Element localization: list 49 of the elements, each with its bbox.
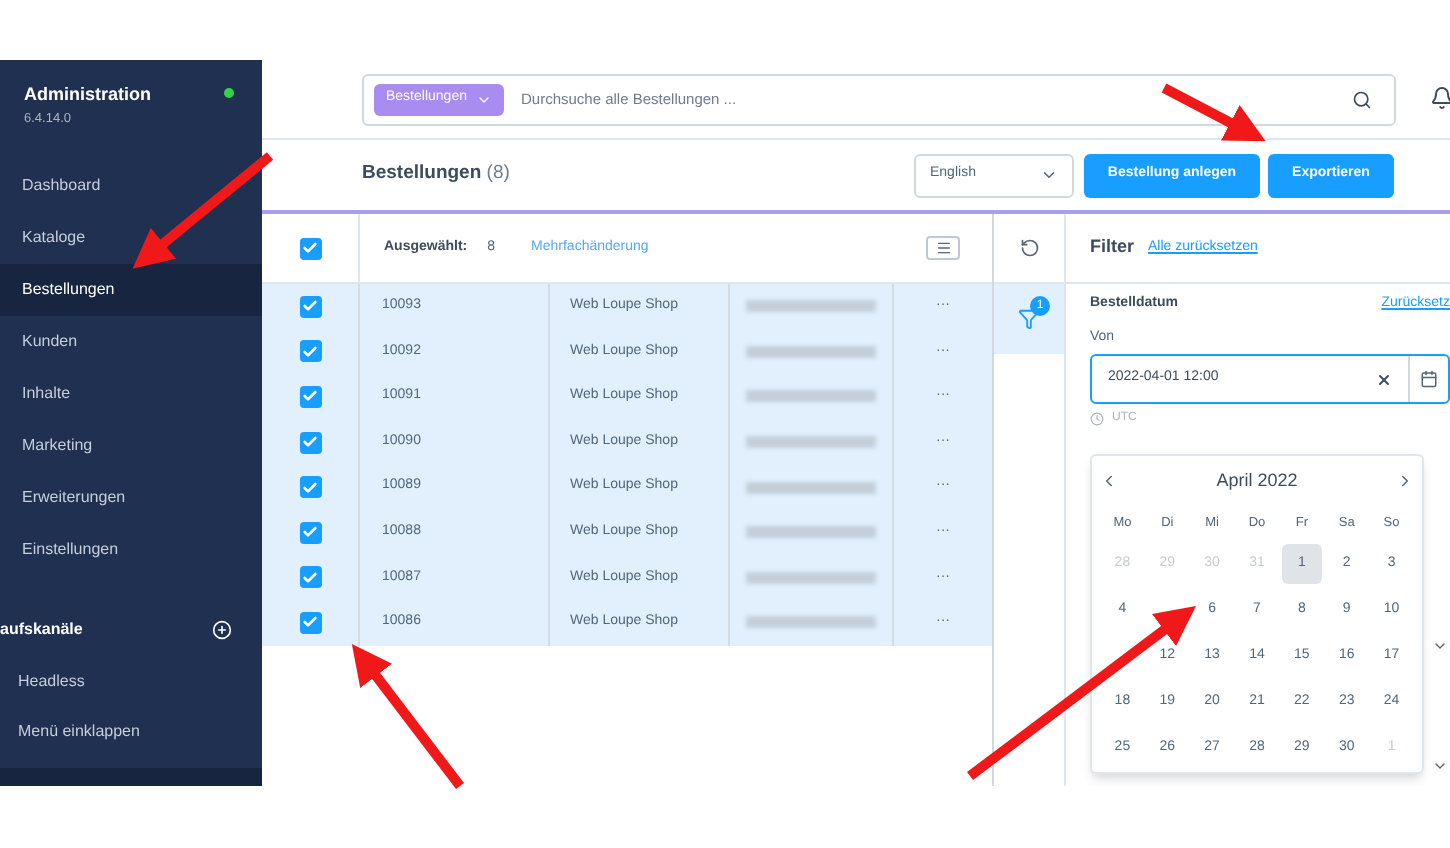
nav-item[interactable]: Headless — [0, 656, 262, 706]
redacted-bar — [746, 436, 876, 449]
checkbox[interactable] — [299, 385, 321, 408]
previous-month-button[interactable] — [1100, 472, 1118, 491]
clear-icon[interactable] — [1376, 371, 1392, 387]
checkbox[interactable] — [299, 611, 321, 634]
redacted-bar — [746, 526, 876, 539]
redacted-bar — [746, 616, 876, 629]
redacted-bar — [746, 481, 876, 494]
checkbox[interactable] — [299, 237, 321, 259]
redacted-bar — [746, 300, 876, 313]
filter-title: Filter — [1090, 234, 1135, 261]
list-icon — [935, 240, 951, 256]
calendar-icon — [1420, 370, 1438, 388]
checkbox[interactable] — [299, 566, 321, 589]
page-title: Bestellungen (8) — [362, 160, 510, 189]
month-title: April 2022 — [1216, 467, 1298, 494]
column-settings-button[interactable] — [926, 236, 960, 260]
checkbox[interactable] — [299, 340, 321, 363]
nav-item[interactable]: Einstellungen — [0, 524, 262, 576]
nav-item[interactable]: Kataloge — [0, 212, 262, 264]
next-month-button[interactable] — [1396, 472, 1414, 491]
checkbox[interactable] — [299, 431, 321, 454]
filter-icon — [1018, 308, 1040, 330]
annotation-arrow — [1161, 83, 1266, 142]
checkbox[interactable] — [299, 295, 321, 318]
nav-item[interactable]: Bestellungen — [0, 264, 262, 316]
search-icon[interactable] — [1352, 89, 1372, 109]
annotation-arrow — [132, 152, 274, 269]
chevron-down-icon — [1040, 166, 1058, 184]
nav-item[interactable]: Menü einklappen — [0, 706, 262, 756]
redacted-bar — [746, 345, 876, 358]
nav-item[interactable]: Dashboard — [0, 160, 262, 212]
redacted-bar — [746, 390, 876, 403]
chevron-down-icon[interactable] — [1432, 638, 1448, 654]
bell-icon[interactable] — [1430, 86, 1450, 110]
nav-item[interactable]: Erweiterungen — [0, 472, 262, 524]
refresh-icon[interactable] — [1019, 238, 1039, 258]
add-icon[interactable] — [212, 620, 232, 640]
redacted-bar — [746, 571, 876, 584]
nav-item[interactable]: Inhalte — [0, 368, 262, 420]
checkbox[interactable] — [299, 521, 321, 544]
nav-item[interactable]: Marketing — [0, 420, 262, 472]
clock-icon — [1090, 412, 1104, 426]
nav-item[interactable]: Kunden — [0, 316, 262, 368]
chevron-down-icon[interactable] — [1432, 758, 1448, 774]
app-title: Administration — [24, 82, 154, 108]
section-title: aufskanäle — [0, 618, 83, 642]
checkbox[interactable] — [299, 476, 321, 499]
